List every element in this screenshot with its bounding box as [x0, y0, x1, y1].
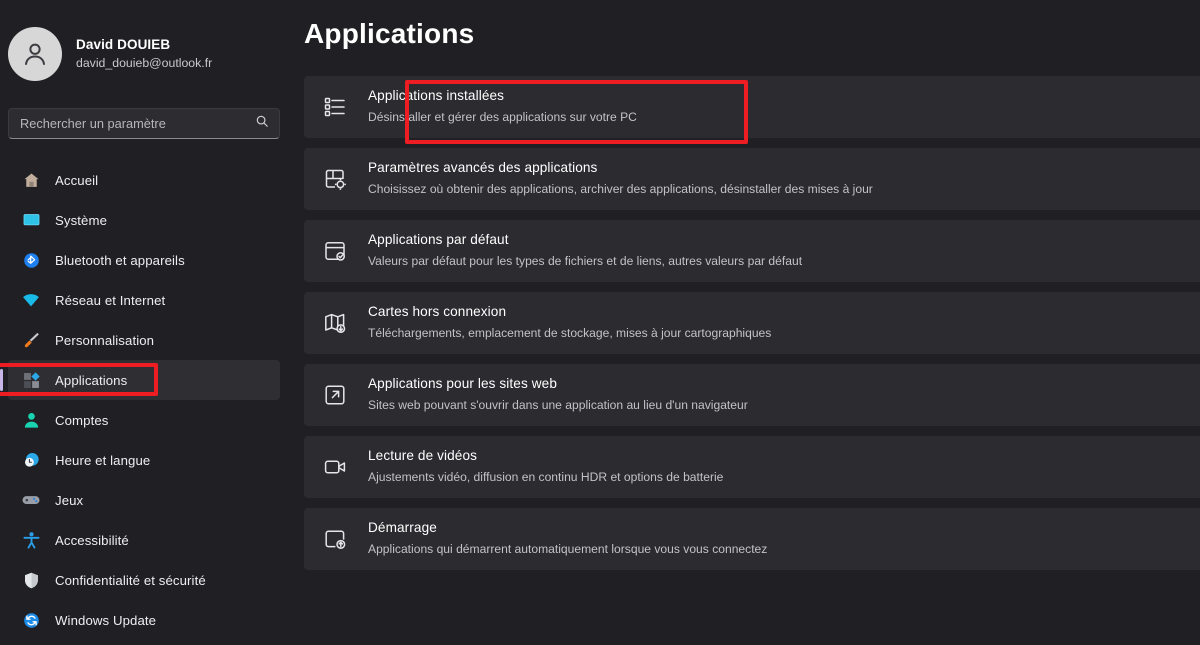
card-subtitle: Sites web pouvant s'ouvrir dans une appl…: [368, 398, 748, 412]
card-subtitle: Choisissez où obtenir des applications, …: [368, 182, 873, 196]
sidebar-item-label: Accueil: [55, 172, 99, 188]
default-apps-check-icon: [320, 236, 350, 266]
card-title: Cartes hors connexion: [368, 304, 507, 320]
card-title: Applications pour les sites web: [368, 376, 557, 392]
sidebar-item-label: Applications: [55, 372, 128, 388]
sidebar-item-bluetooth[interactable]: Bluetooth et appareils: [8, 240, 280, 280]
card-applications-installees[interactable]: Applications installées Désinstaller et …: [304, 76, 1200, 138]
sidebar-item-comptes[interactable]: Comptes: [8, 400, 280, 440]
main-content: Applications Applications installées Dés…: [290, 0, 1200, 645]
paintbrush-icon: [20, 329, 42, 351]
avatar: [8, 27, 62, 81]
sidebar-item-confidentialite[interactable]: Confidentialité et sécurité: [8, 560, 280, 600]
map-download-icon: [320, 308, 350, 338]
card-demarrage[interactable]: Démarrage Applications qui démarrent aut…: [304, 508, 1200, 570]
card-subtitle: Valeurs par défaut pour les types de fic…: [368, 254, 803, 268]
card-subtitle: Désinstaller et gérer des applications s…: [368, 110, 637, 124]
sidebar-item-label: Confidentialité et sécurité: [55, 572, 206, 588]
card-applications-sites-web[interactable]: Applications pour les sites web Sites we…: [304, 364, 1200, 426]
sidebar-item-reseau[interactable]: Réseau et Internet: [8, 280, 280, 320]
wifi-icon: [20, 289, 42, 311]
sidebar-item-label: Système: [55, 212, 108, 228]
page-title: Applications: [304, 18, 475, 49]
card-applications-par-defaut[interactable]: Applications par défaut Valeurs par défa…: [304, 220, 1200, 282]
sidebar-item-label: Bluetooth et appareils: [55, 252, 185, 268]
sidebar-item-label: Accessibilité: [55, 532, 129, 548]
card-title: Démarrage: [368, 520, 437, 536]
apps-icon: [20, 369, 42, 391]
app-settings-gear-icon: [320, 164, 350, 194]
sidebar-item-label: Heure et langue: [55, 452, 151, 468]
sidebar-item-heure-langue[interactable]: Heure et langue: [8, 440, 280, 480]
search-container: [8, 108, 280, 139]
shield-icon: [20, 569, 42, 591]
search-input[interactable]: [20, 116, 255, 131]
sidebar-item-label: Comptes: [55, 412, 109, 428]
card-parametres-avances[interactable]: Paramètres avancés des applications Choi…: [304, 148, 1200, 210]
sidebar-item-systeme[interactable]: Système: [8, 200, 280, 240]
card-subtitle: Ajustements vidéo, diffusion en continu …: [368, 470, 724, 484]
sidebar-item-label: Réseau et Internet: [55, 292, 166, 308]
search-icon: [255, 114, 269, 133]
selection-indicator: [0, 369, 3, 391]
monitor-icon: [20, 209, 42, 231]
user-profile[interactable]: David DOUIEB david_douieb@outlook.fr: [0, 14, 290, 86]
settings-window: David DOUIEB david_douieb@outlook.fr Acc…: [0, 0, 1200, 645]
card-subtitle: Téléchargements, emplacement de stockage…: [368, 326, 772, 340]
sidebar-item-accueil[interactable]: Accueil: [8, 160, 280, 200]
update-refresh-icon: [20, 609, 42, 631]
sidebar-nav: Accueil Système Bluetooth et appareils R…: [0, 160, 290, 640]
clock-globe-icon: [20, 449, 42, 471]
external-link-icon: [320, 380, 350, 410]
sidebar-item-jeux[interactable]: Jeux: [8, 480, 280, 520]
sidebar-item-windows-update[interactable]: Windows Update: [8, 600, 280, 640]
card-title: Applications installées: [368, 88, 505, 104]
list-apps-icon: [320, 92, 350, 122]
card-cartes-hors-connexion[interactable]: Cartes hors connexion Téléchargements, e…: [304, 292, 1200, 354]
card-title: Applications par défaut: [368, 232, 509, 248]
sidebar-item-label: Personnalisation: [55, 332, 155, 348]
card-lecture-de-videos[interactable]: Lecture de vidéos Ajustements vidéo, dif…: [304, 436, 1200, 498]
profile-name: David DOUIEB: [76, 36, 171, 52]
startup-upload-icon: [320, 524, 350, 554]
gamepad-icon: [20, 489, 42, 511]
profile-email: david_douieb@outlook.fr: [76, 55, 213, 70]
card-subtitle: Applications qui démarrent automatiqueme…: [368, 542, 768, 556]
sidebar-item-label: Jeux: [55, 492, 84, 508]
sidebar-item-applications[interactable]: Applications: [0, 360, 280, 400]
card-title: Lecture de vidéos: [368, 448, 478, 464]
sidebar-item-accessibilite[interactable]: Accessibilité: [8, 520, 280, 560]
account-person-icon: [20, 409, 42, 431]
card-title: Paramètres avancés des applications: [368, 160, 598, 176]
search-box[interactable]: [8, 108, 280, 139]
sidebar-item-personnalisation[interactable]: Personnalisation: [8, 320, 280, 360]
sidebar-item-label: Windows Update: [55, 612, 157, 628]
bluetooth-icon: [20, 249, 42, 271]
accessibility-person-icon: [20, 529, 42, 551]
settings-card-list: Applications installées Désinstaller et …: [304, 76, 1200, 570]
sidebar: David DOUIEB david_douieb@outlook.fr Acc…: [0, 0, 290, 645]
video-camera-icon: [320, 452, 350, 482]
home-icon: [20, 169, 42, 191]
